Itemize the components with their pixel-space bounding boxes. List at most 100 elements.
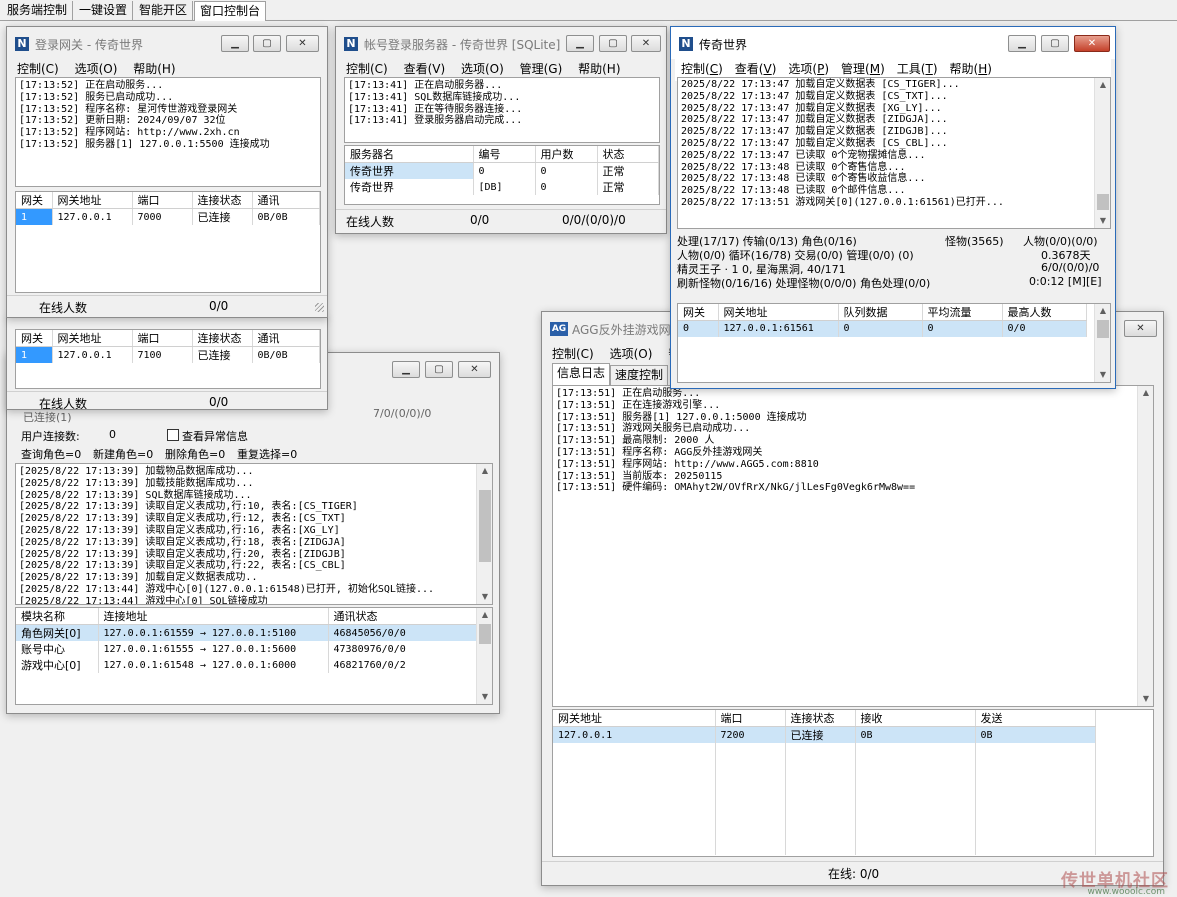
close-button[interactable]: ✕	[631, 35, 661, 52]
menu-item-v[interactable]: 查看(V)	[729, 59, 783, 79]
menu-control[interactable]: 控制(C)	[340, 59, 394, 79]
online-label: 在线人数	[39, 397, 88, 410]
table-row[interactable]: 1 127.0.0.1 7100 已连接 0B/0B	[16, 346, 320, 363]
log-line: [2025/8/22 17:13:39] 读取自定义表成功,行:20, 表名:[…	[19, 548, 346, 560]
menu-control[interactable]: 控制(C)	[546, 344, 600, 364]
col-conn-state[interactable]: 连接状态	[192, 330, 253, 347]
minimize-button[interactable]: ▁	[392, 361, 420, 378]
close-button[interactable]: ✕	[1074, 35, 1110, 52]
col-gateway-addr[interactable]: 网关地址	[52, 330, 133, 347]
tab-speed-control[interactable]: 速度控制	[610, 365, 669, 385]
minimize-button[interactable]: ▁	[221, 35, 249, 52]
tab-window-console[interactable]: 窗口控制台	[194, 1, 267, 21]
log-line: 2025/8/22 17:13:51 游戏网关[0](127.0.0.1:615…	[681, 196, 1004, 208]
col-gateway[interactable]: 网关	[16, 330, 53, 347]
table-row[interactable]: 1 127.0.0.1 7000 已连接 0B/0B	[16, 208, 320, 225]
menu-item-c[interactable]: 控制(C)	[675, 59, 729, 79]
minimize-button[interactable]: ▁	[566, 35, 594, 52]
resize-grip[interactable]	[315, 303, 324, 312]
close-button[interactable]: ✕	[1124, 320, 1157, 337]
col-conn-state[interactable]: 连接状态	[785, 710, 856, 727]
tab-smart-open[interactable]: 智能开区	[134, 1, 194, 21]
log-line: [2025/8/22 17:13:39] 读取自定义表成功,行:16, 表名:[…	[19, 524, 340, 536]
close-button[interactable]: ✕	[458, 361, 491, 378]
log-line: [2025/8/22 17:13:39] SQL数据库链接成功...	[19, 489, 252, 501]
log-line: 2025/8/22 17:13:47 加载自定义数据表 [XG_LY]...	[681, 102, 942, 114]
maximize-button[interactable]: ▢	[599, 35, 627, 52]
check-abnormal-label: 查看异常信息	[182, 430, 248, 443]
table-row[interactable]: 传奇世界 [DB] 0 正常	[345, 179, 659, 195]
menu-control[interactable]: 控制(C)	[11, 59, 65, 79]
m2-log-scrollbar[interactable]: ▲ ▼	[1094, 78, 1110, 228]
query-role-count: 查询角色=0	[21, 448, 82, 461]
table-row[interactable]: 0 127.0.0.1:61561 0 0 0/0	[678, 320, 1087, 337]
db-log-scrollbar[interactable]: ▲ ▼	[476, 464, 492, 604]
col-gateway-addr[interactable]: 网关地址	[553, 710, 716, 727]
log-line: [2025/8/22 17:13:39] 加载物品数据库成功...	[19, 466, 254, 477]
agg-gateway-window: AG AGG反外挂游戏网关 ✕ 控制(C) 选项(O) 帮 信息日志 速度控制 …	[541, 311, 1164, 886]
menu-item-t[interactable]: 工具(T)	[891, 59, 944, 79]
menu-options[interactable]: 选项(O)	[604, 344, 659, 364]
col-comm-status[interactable]: 通讯状态	[328, 608, 479, 625]
table-row[interactable]: 角色网关[0] 127.0.0.1:61559 → 127.0.0.1:5100 4…	[16, 624, 479, 641]
table-row[interactable]: 127.0.0.1 7200 已连接 0B 0B	[553, 726, 1096, 743]
log-line: [17:13:41] SQL数据库链接成功...	[348, 91, 521, 103]
col-status[interactable]: 状态	[597, 146, 659, 163]
col-send[interactable]: 发送	[975, 710, 1096, 727]
col-traffic[interactable]: 通讯	[252, 330, 320, 347]
col-gateway-addr[interactable]: 网关地址	[718, 304, 839, 321]
col-queue[interactable]: 队列数据	[838, 304, 923, 321]
table-row[interactable]: 游戏中心[0] 127.0.0.1:61548 → 127.0.0.1:6000 4…	[16, 657, 479, 673]
maximize-button[interactable]: ▢	[1041, 35, 1069, 52]
col-port[interactable]: 端口	[132, 330, 193, 347]
tab-one-click-setup[interactable]: 一键设置	[74, 1, 134, 21]
menu-item-m[interactable]: 管理(M)	[835, 59, 891, 79]
col-server-name[interactable]: 服务器名	[345, 146, 474, 163]
menu-help[interactable]: 帮助(H)	[127, 59, 181, 79]
col-port[interactable]: 端口	[715, 710, 786, 727]
col-users[interactable]: 用户数	[535, 146, 598, 163]
menu-options[interactable]: 选项(O)	[69, 59, 124, 79]
col-max-players[interactable]: 最高人数	[1002, 304, 1087, 321]
col-conn-state[interactable]: 连接状态	[192, 192, 253, 209]
log-line: 2025/8/22 17:13:48 已读取 0个邮件信息...	[681, 185, 906, 197]
online-label: 在线人数	[346, 215, 395, 229]
col-receive[interactable]: 接收	[855, 710, 976, 727]
db-table-scrollbar[interactable]: ▲ ▼	[476, 608, 492, 704]
col-avg-traffic[interactable]: 平均流量	[922, 304, 1003, 321]
m2-table-scrollbar[interactable]: ▲ ▼	[1094, 304, 1110, 382]
table-row[interactable]: 账号中心 127.0.0.1:61555 → 127.0.0.1:5600 4738…	[16, 641, 479, 657]
maximize-button[interactable]: ▢	[253, 35, 281, 52]
tab-server-control[interactable]: 服务端控制	[2, 1, 74, 21]
menu-options[interactable]: 选项(O)	[455, 59, 510, 79]
delete-role-count: 删除角色=0	[165, 448, 226, 461]
menu-view[interactable]: 查看(V)	[398, 59, 452, 79]
online-value: 0/0	[209, 299, 229, 313]
maximize-button[interactable]: ▢	[425, 361, 453, 378]
menu-manage[interactable]: 管理(G)	[514, 59, 569, 79]
col-conn-addr[interactable]: 连接地址	[98, 608, 329, 625]
stat-time: 0:0:12 [M][E]	[1029, 275, 1102, 288]
col-module-name[interactable]: 模块名称	[16, 608, 99, 625]
new-role-count: 新建角色=0	[93, 448, 154, 461]
tab-info-log[interactable]: 信息日志	[552, 363, 611, 385]
table-row[interactable]: 传奇世界 0 0 正常	[345, 162, 659, 179]
online-value: 在线: 0/0	[828, 867, 880, 881]
agg-log-scrollbar[interactable]: ▲ ▼	[1137, 386, 1153, 706]
repeat-select-count: 重复选择=0	[237, 448, 298, 461]
menu-item-p[interactable]: 选项(P)	[782, 59, 835, 79]
col-port[interactable]: 端口	[132, 192, 193, 209]
col-gateway[interactable]: 网关	[678, 304, 719, 321]
app-icon: N	[679, 37, 693, 51]
col-gateway[interactable]: 网关	[16, 192, 53, 209]
menu-help[interactable]: 帮助(H)	[572, 59, 626, 79]
close-button[interactable]: ✕	[286, 35, 319, 52]
minimize-button[interactable]: ▁	[1008, 35, 1036, 52]
col-traffic[interactable]: 通讯	[252, 192, 320, 209]
log-line: [17:13:52] 服务器[1] 127.0.0.1:5500 连接成功	[19, 138, 270, 150]
check-abnormal-checkbox[interactable]	[167, 429, 179, 441]
col-gateway-addr[interactable]: 网关地址	[52, 192, 133, 209]
menu-item-h[interactable]: 帮助(H)	[944, 59, 998, 79]
agg-log-panel: [17:13:51] 正在启动服务... [17:13:51] 正在连接游戏引擎.…	[552, 385, 1154, 707]
col-number[interactable]: 编号	[473, 146, 536, 163]
